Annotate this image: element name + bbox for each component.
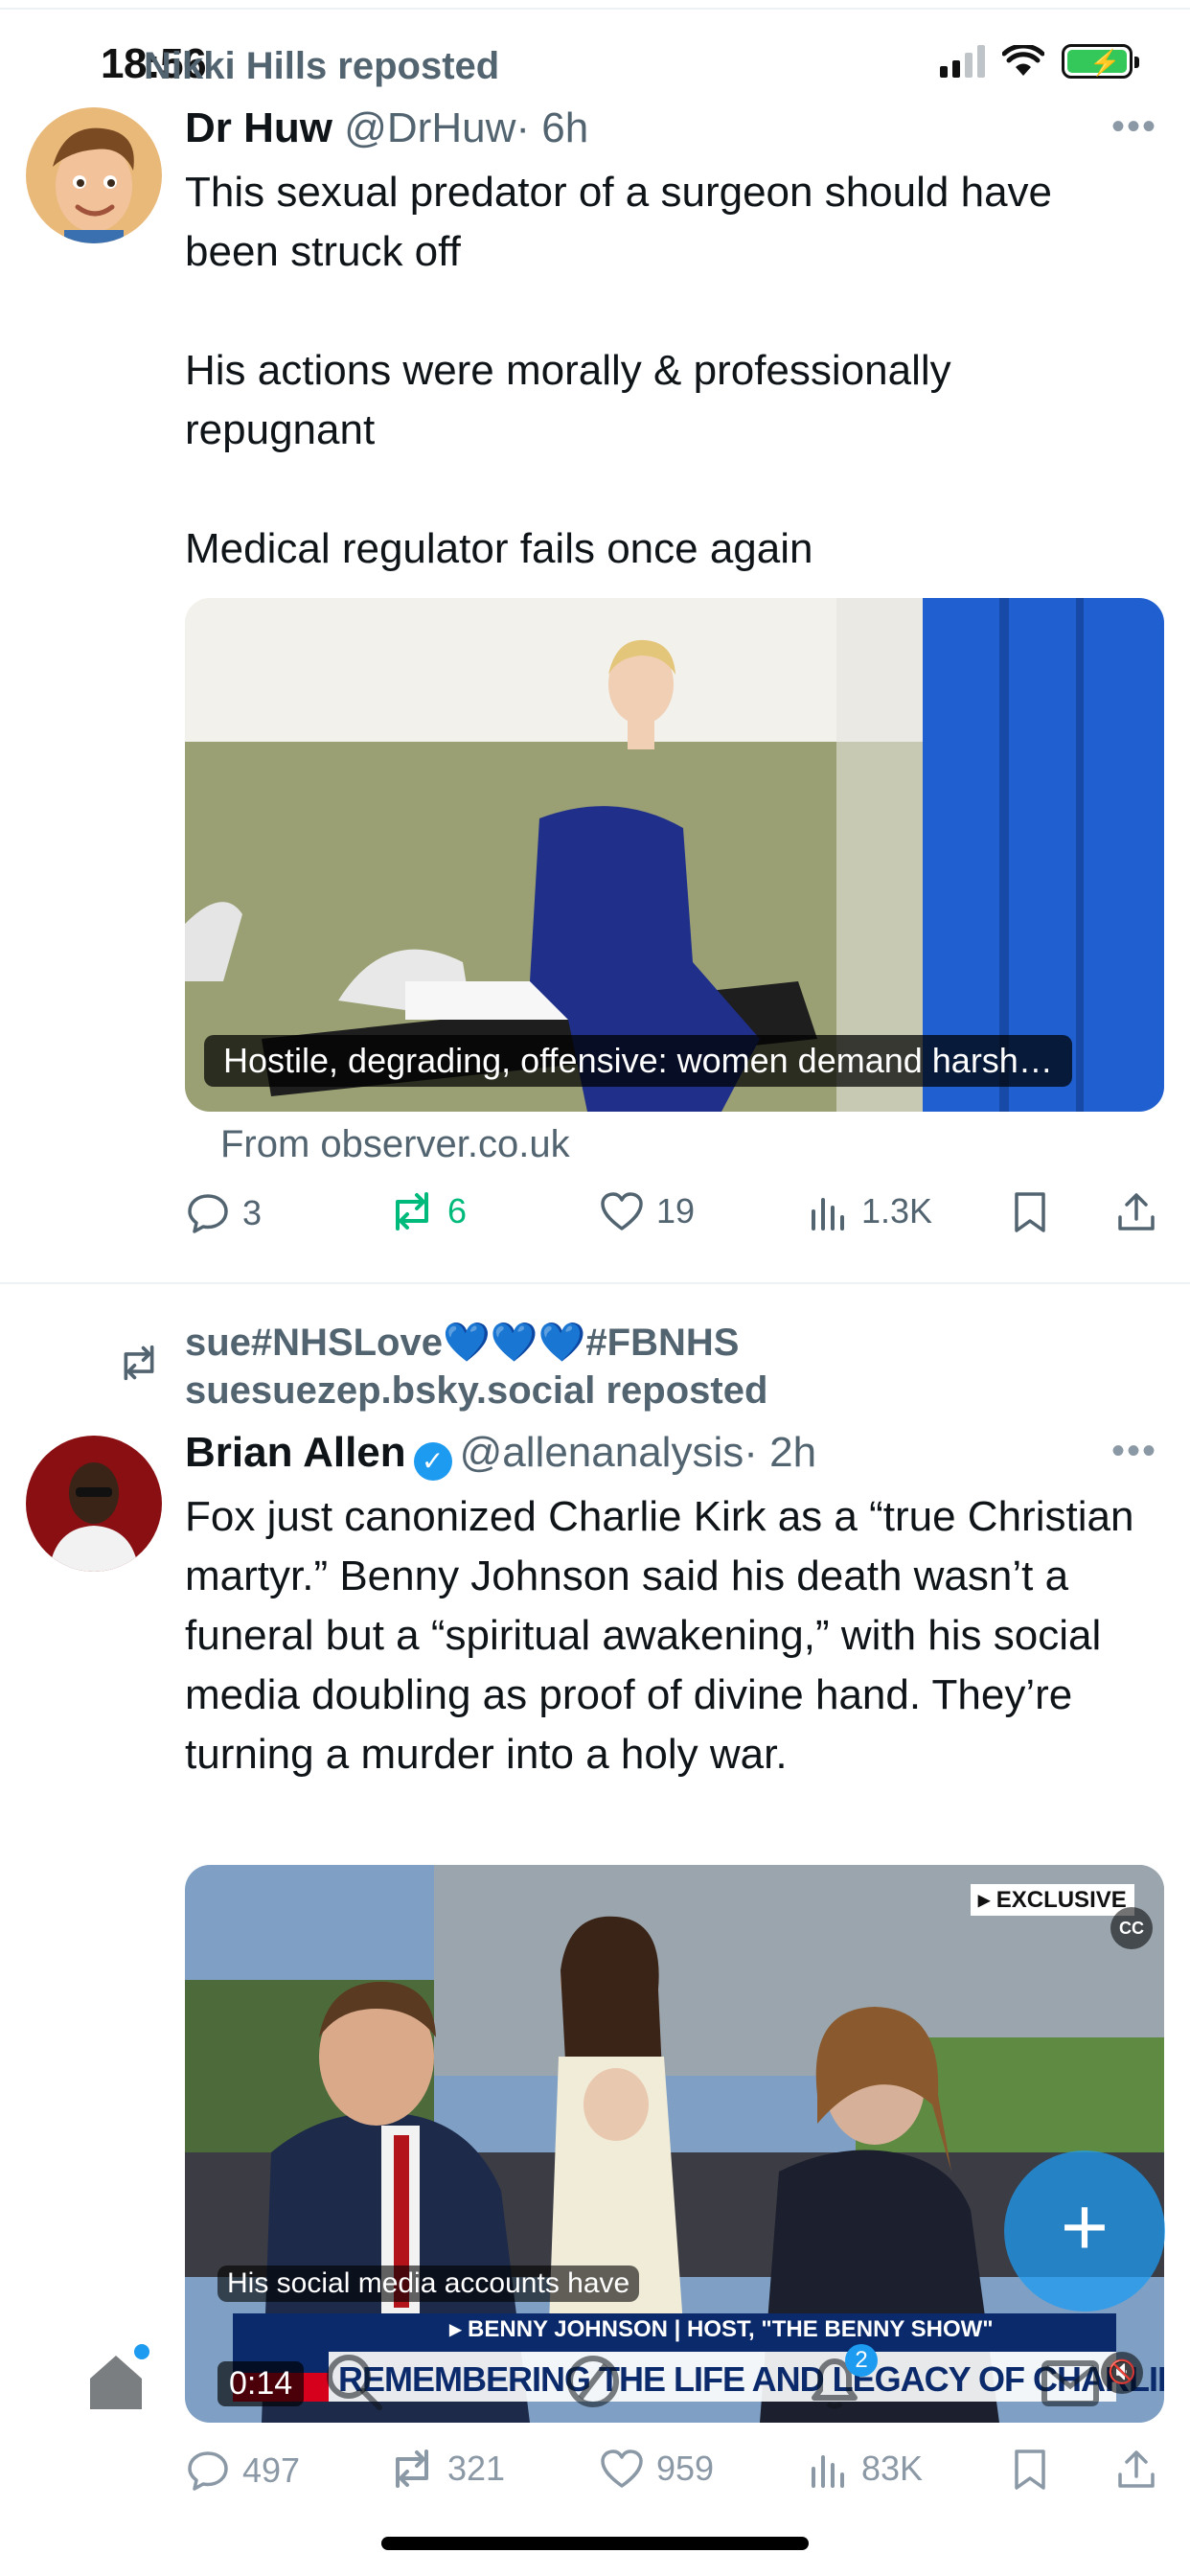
top-border [0, 8, 1190, 10]
post-header: Brian Allen ✓ @allenanalysis· 2h [185, 1426, 816, 1481]
avatar-brian-allen[interactable] [26, 1436, 162, 1572]
home-indicator [381, 2537, 809, 2550]
tab-home[interactable] [82, 2344, 159, 2425]
reply-count: 3 [242, 1193, 263, 1232]
post-actions: 3 6 19 1.3K [185, 1190, 1164, 1248]
bookmark-icon [1015, 1192, 1045, 1232]
link-source[interactable]: From observer.co.uk [220, 1123, 570, 1166]
more-options-icon[interactable]: ••• [1111, 1430, 1157, 1473]
post-header: Dr Huw @DrHuw· 6h [185, 102, 588, 155]
repost-icon [396, 1192, 428, 1230]
post-divider [0, 1282, 1190, 1284]
reply-button[interactable]: 3 [185, 1190, 262, 1236]
link-card-title: Hostile, degrading, offensive: women dem… [204, 1035, 1072, 1087]
post-time: · 2h [744, 1429, 817, 1476]
repost-attribution[interactable]: Nikki Hills reposted [144, 42, 499, 90]
battery-icon: ⚡ [1062, 44, 1139, 79]
post-paragraph: This sexual predator of a surgeon should… [185, 169, 1053, 275]
exclusive-badge: ▸ EXCLUSIVE [971, 1884, 1134, 1916]
tab-feeds[interactable] [560, 2348, 636, 2425]
post-body: This sexual predator of a surgeon should… [185, 163, 1153, 579]
closed-captions-button[interactable]: CC [1110, 1907, 1153, 1949]
compose-button[interactable]: + [1004, 2150, 1165, 2312]
reply-icon [188, 1194, 228, 1233]
repost-indicator-icon [117, 1344, 161, 1392]
envelope-icon [1041, 2360, 1099, 2406]
views-button[interactable]: 1.3K [808, 1190, 932, 1232]
video-subtitle: His social media accounts have [217, 2266, 640, 2302]
cellular-signal-icon [940, 45, 985, 78]
search-icon [327, 2355, 382, 2410]
tab-messages[interactable] [1037, 2348, 1113, 2425]
like-button[interactable]: 19 [599, 1190, 695, 1232]
tab-notifications[interactable]: 2 [801, 2344, 878, 2425]
post-time: · 6h [515, 104, 589, 151]
link-card-image[interactable]: Hostile, degrading, offensive: women dem… [185, 598, 1164, 1112]
bottom-tab-bar: 2 [0, 2334, 1190, 2469]
notification-count-badge: 2 [845, 2344, 878, 2377]
views-count: 1.3K [861, 1191, 933, 1230]
repost-attribution-line2[interactable]: suesuezep.bsky.social reposted [185, 1367, 767, 1414]
author-name[interactable]: Brian Allen [185, 1429, 406, 1476]
post-paragraph: His actions were morally & professionall… [185, 347, 951, 453]
author-name[interactable]: Dr Huw [185, 104, 332, 151]
repost-attribution-line1[interactable]: sue#NHSLove💙💙💙#FBNHS [185, 1319, 739, 1367]
author-handle[interactable]: @allenanalysis [460, 1429, 744, 1476]
status-icons: ⚡ [940, 44, 1139, 79]
views-icon [812, 1198, 844, 1230]
heart-icon [601, 1192, 643, 1230]
share-button[interactable] [1114, 1190, 1158, 1234]
repost-button[interactable]: 6 [388, 1190, 467, 1232]
share-icon [1118, 1193, 1155, 1230]
wifi-icon [1002, 45, 1044, 76]
repost-count: 6 [447, 1191, 468, 1230]
tab-search[interactable] [320, 2348, 397, 2425]
exclusive-badge-label: EXCLUSIVE [995, 1887, 1127, 1913]
avatar-dr-huw[interactable] [26, 107, 162, 243]
post-paragraph: Medical regulator fails once again [185, 525, 813, 572]
post-body: Fox just canonized Charlie Kirk as a “tr… [185, 1493, 1134, 1778]
verified-badge-icon: ✓ [413, 1442, 452, 1481]
author-handle[interactable]: @DrHuw [344, 104, 515, 151]
more-options-icon[interactable]: ••• [1111, 105, 1157, 149]
home-unread-dot [134, 2344, 149, 2359]
feeds-icon [567, 2356, 619, 2407]
bookmark-button[interactable] [1011, 1190, 1049, 1234]
like-count: 19 [656, 1191, 696, 1230]
